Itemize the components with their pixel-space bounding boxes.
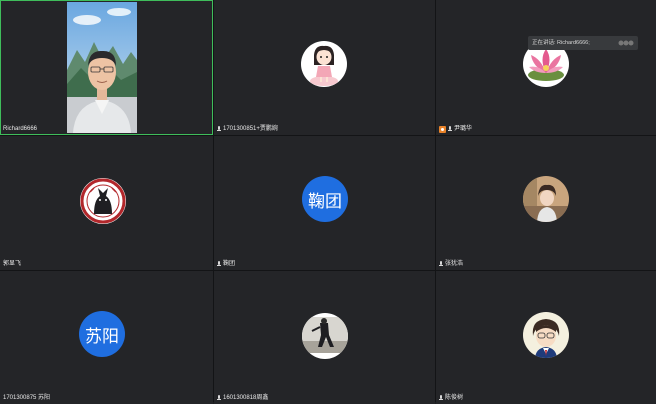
participant-tile[interactable]: 正在讲话: Richard6666; 尹璐华: [436, 0, 656, 135]
signal-icon: [618, 40, 634, 46]
participant-name: 陈俊树: [439, 394, 463, 402]
participant-name: 郭显飞: [3, 261, 22, 267]
microphone-icon: [448, 126, 452, 132]
participant-tile[interactable]: 1701300851+贾鹏婉: [214, 0, 435, 135]
participant-avatar: 苏阳: [79, 311, 125, 357]
microphone-icon: [217, 261, 221, 267]
participant-name: 尹璐华: [439, 125, 472, 133]
participant-avatar: [523, 312, 569, 358]
participant-name: Richard6666: [3, 126, 38, 132]
microphone-icon: [439, 261, 443, 267]
participant-tile[interactable]: 郭显飞: [0, 136, 213, 270]
microphone-icon: [217, 395, 221, 401]
participant-tile[interactable]: 鞠团 鞠团: [214, 136, 435, 270]
microphone-icon: [439, 395, 443, 401]
participant-avatar: 鞠团: [302, 176, 348, 222]
participant-name: 张犹浩: [439, 260, 463, 268]
participant-tile[interactable]: 苏阳 1701300875 苏阳: [0, 271, 213, 404]
participant-avatar: [80, 178, 126, 224]
participant-video: [67, 2, 137, 133]
participant-avatar: [302, 313, 348, 359]
participant-avatar: [301, 41, 347, 87]
participant-tile[interactable]: 陈俊树: [436, 271, 656, 404]
participant-name: 1601300818周鑫: [217, 394, 268, 402]
microphone-icon: [217, 126, 221, 132]
participant-tile-richard[interactable]: Richard6666: [0, 0, 213, 135]
participant-name: 鞠团: [217, 260, 235, 268]
speaking-indicator: 正在讲话: Richard6666;: [528, 36, 638, 50]
video-grid: Richard6666 1701300851+贾鹏婉 正在讲话: Richard…: [0, 0, 656, 404]
participant-name: 1701300851+贾鹏婉: [217, 125, 278, 133]
participant-tile[interactable]: 张犹浩: [436, 136, 656, 270]
participant-tile[interactable]: 1601300818周鑫: [214, 271, 435, 404]
participant-name: 1701300875 苏阳: [3, 395, 51, 401]
host-icon: [439, 125, 446, 133]
participant-avatar: [523, 176, 569, 222]
